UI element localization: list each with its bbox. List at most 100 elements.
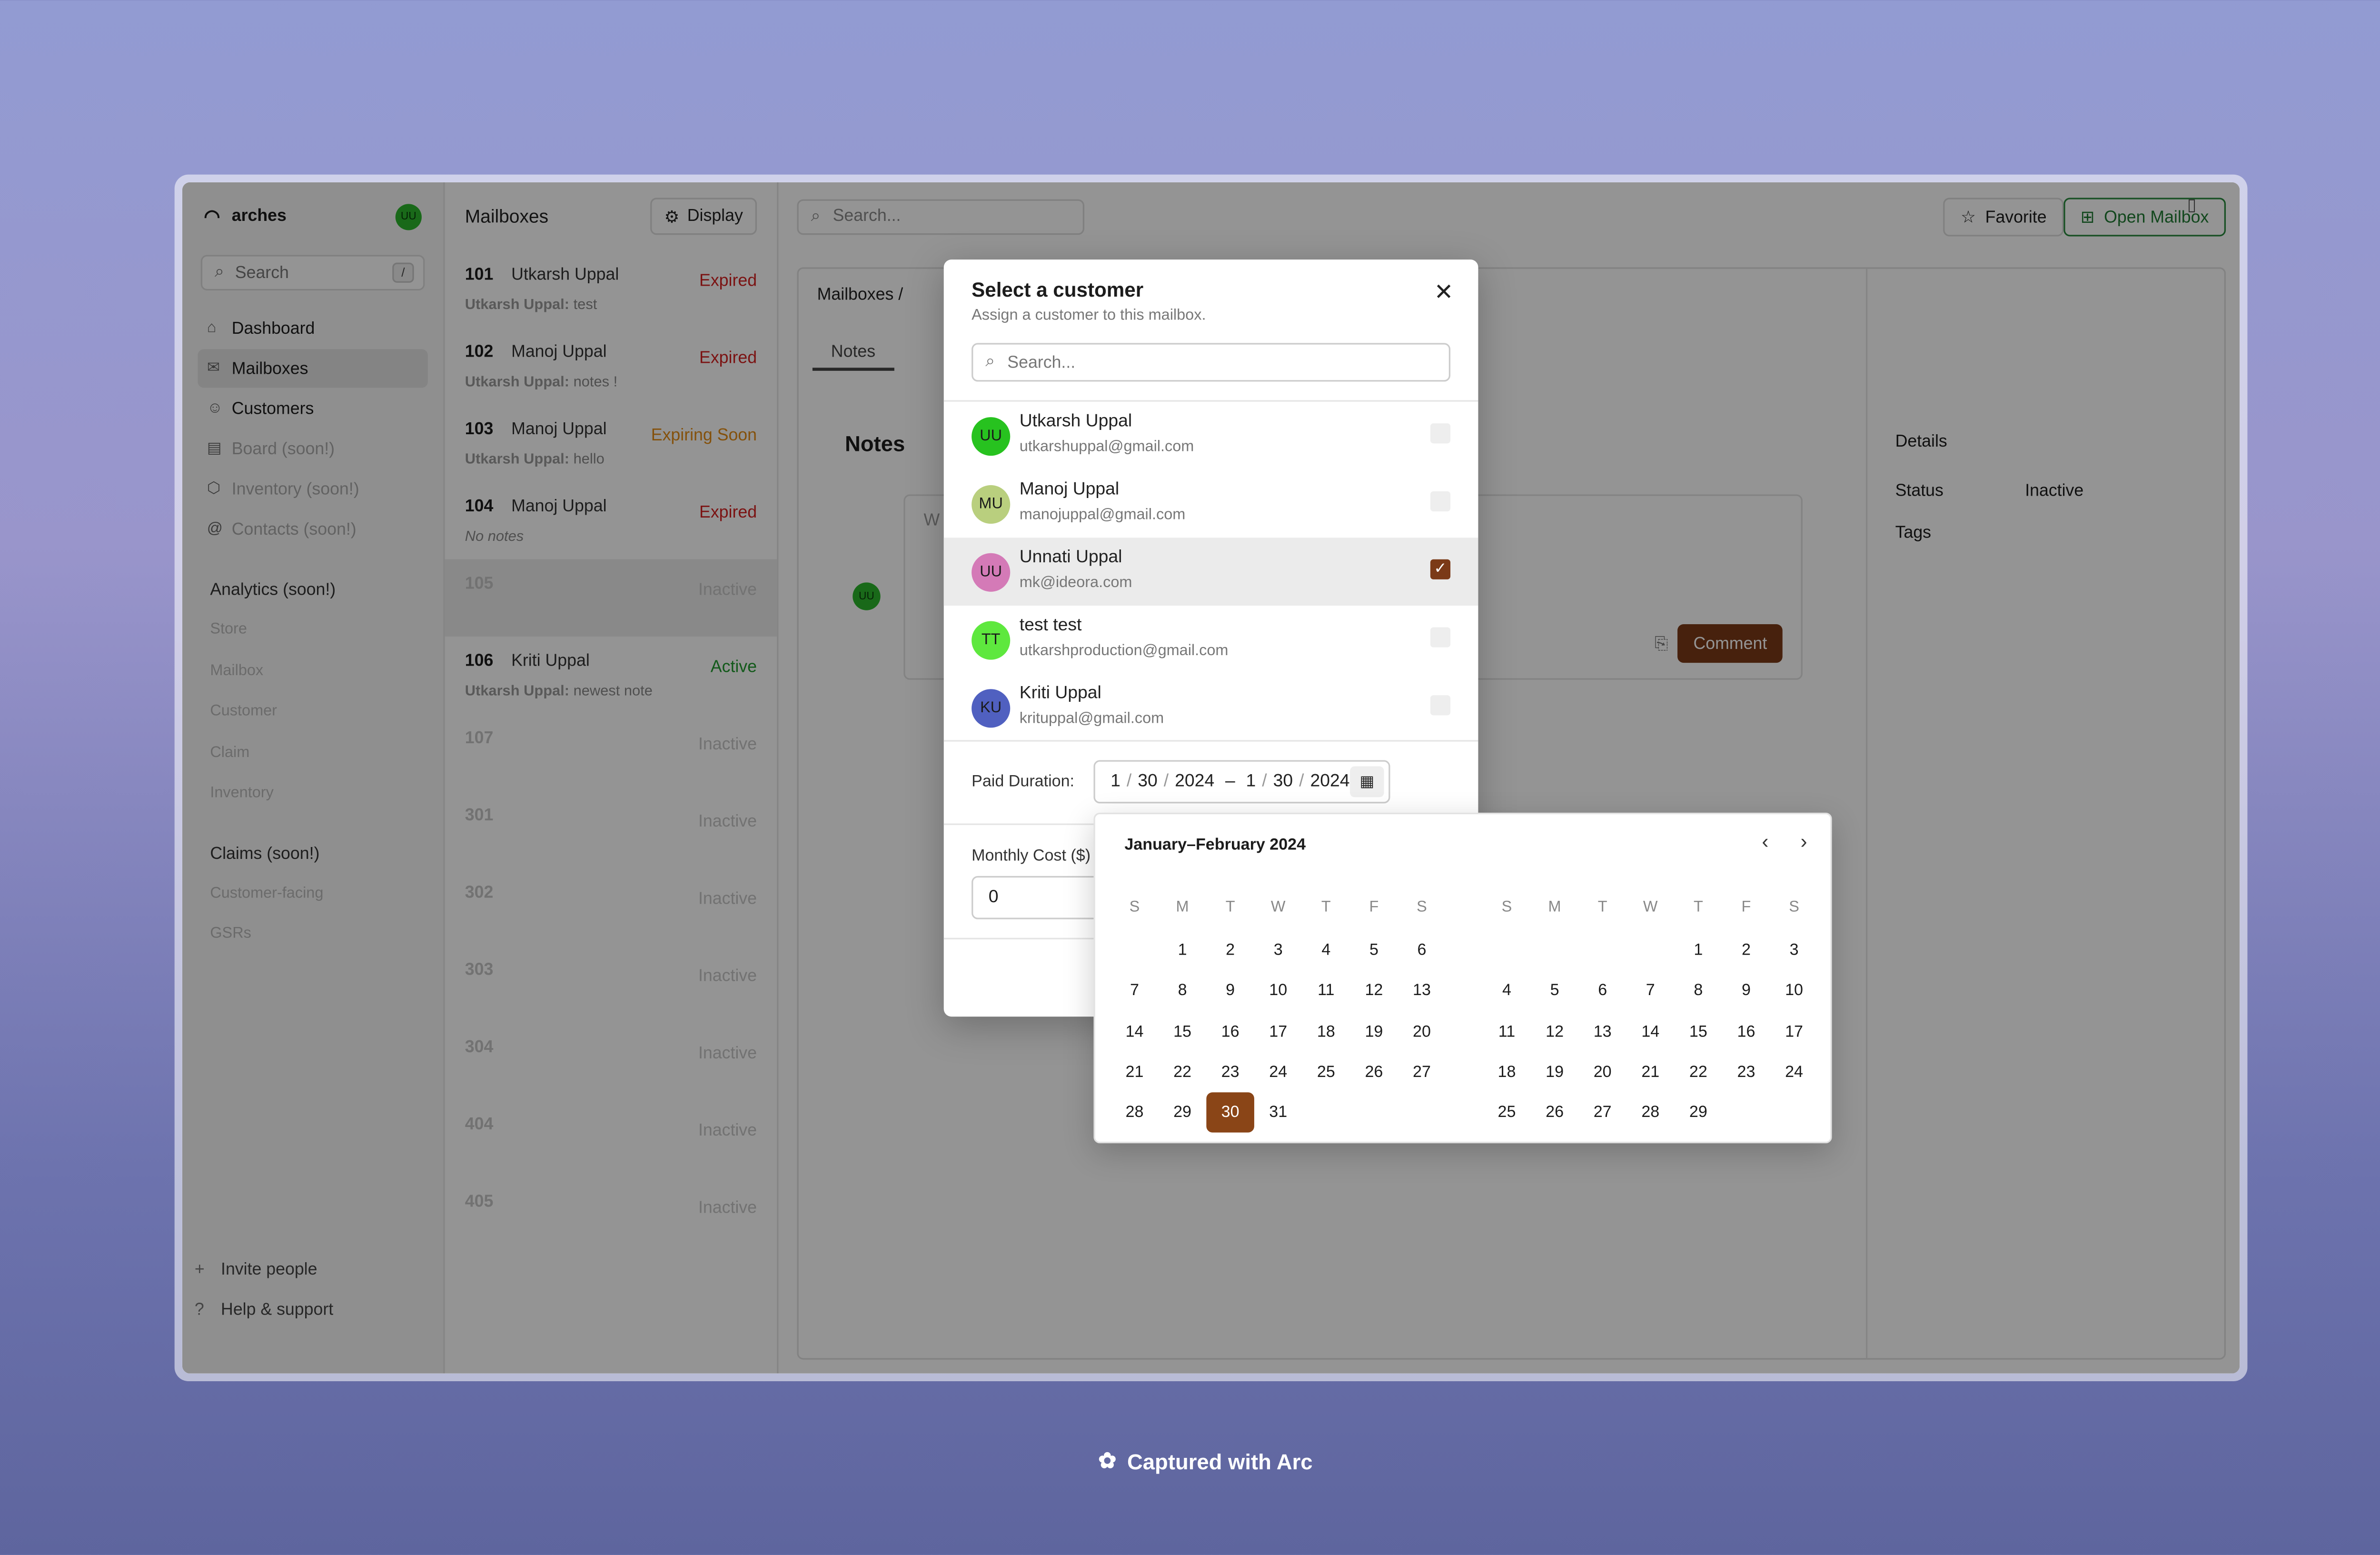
to-year[interactable]: 2024 — [1310, 773, 1349, 791]
to-day[interactable]: 30 — [1273, 773, 1293, 791]
feb-day[interactable]: 24 — [1770, 1052, 1818, 1092]
weekday-label: W — [1643, 899, 1658, 917]
calendar-month-january: S M T W T F S 1 2 3 4 5 6 7 8 9 10 11 12 13 14 15 16 17 18 19 20 21… — [1111, 893, 1446, 1134]
jan-day[interactable]: 26 — [1350, 1052, 1398, 1092]
feb-day[interactable]: 19 — [1531, 1052, 1579, 1092]
jan-day[interactable]: 22 — [1159, 1052, 1207, 1092]
weekday-label: F — [1369, 899, 1379, 917]
calendar-month-february: S M T W T F S 1 2 3 4 5 6 7 8 9 10 11 12 13 14 15 16 17 18 19 20 21… — [1483, 893, 1818, 1134]
feb-day[interactable]: 29 — [1675, 1093, 1723, 1133]
feb-day[interactable]: 18 — [1483, 1052, 1531, 1092]
from-year[interactable]: 2024 — [1175, 773, 1214, 791]
feb-day[interactable]: 13 — [1578, 1011, 1626, 1052]
customer-search-input[interactable]: ⌕ Search... — [972, 343, 1451, 382]
date-range-calendar: January–February 2024 ‹ › SMTWTFS1234567… — [1093, 812, 1832, 1144]
feb-day[interactable]: 2 — [1722, 930, 1770, 970]
jan-day[interactable]: 1 — [1159, 930, 1207, 970]
feb-day[interactable]: 17 — [1770, 1011, 1818, 1052]
jan-day[interactable]: 3 — [1254, 930, 1302, 970]
feb-day[interactable]: 11 — [1483, 1011, 1531, 1052]
weekday-label: T — [1321, 899, 1331, 917]
customer-option[interactable]: UU Unnati Uppal mk@ideora.com ✓ — [943, 538, 1478, 606]
feb-day[interactable]: 23 — [1722, 1052, 1770, 1092]
feb-day[interactable]: 9 — [1722, 971, 1770, 1011]
feb-day[interactable]: 25 — [1483, 1093, 1531, 1133]
weekday-label: S — [1129, 899, 1140, 917]
customer-checkbox[interactable]: ✓ — [1430, 559, 1451, 579]
jan-day[interactable]: 31 — [1254, 1093, 1302, 1133]
feb-day[interactable]: 12 — [1531, 1011, 1579, 1052]
feb-day[interactable]: 21 — [1626, 1052, 1675, 1092]
jan-day[interactable]: 25 — [1302, 1052, 1350, 1092]
jan-day[interactable]: 18 — [1302, 1011, 1350, 1052]
customer-checkbox[interactable] — [1430, 423, 1451, 444]
customer-option[interactable]: MU Manoj Uppal manojuppal@gmail.com — [944, 469, 1478, 538]
jan-day[interactable]: 4 — [1302, 930, 1350, 970]
customer-name: Manoj Uppal — [1019, 480, 1120, 499]
jan-day[interactable]: 29 — [1159, 1093, 1207, 1133]
feb-day[interactable]: 10 — [1770, 971, 1818, 1011]
calendar-icon[interactable]: ▦ — [1350, 766, 1384, 797]
jan-day[interactable]: 8 — [1159, 971, 1207, 1011]
feb-day[interactable]: 1 — [1675, 930, 1723, 970]
customer-option[interactable]: TT test test utkarshproduction@gmail.com — [944, 606, 1478, 674]
weekday-label: F — [1741, 899, 1751, 917]
customer-checkbox[interactable] — [1430, 627, 1451, 648]
jan-day[interactable]: 5 — [1350, 930, 1398, 970]
customer-checkbox[interactable] — [1430, 491, 1451, 512]
feb-day[interactable]: 14 — [1626, 1011, 1675, 1052]
jan-day[interactable]: 11 — [1302, 971, 1350, 1011]
jan-day[interactable]: 24 — [1254, 1052, 1302, 1092]
jan-day[interactable]: 20 — [1398, 1011, 1446, 1052]
feb-day[interactable]: 15 — [1675, 1011, 1723, 1052]
jan-day[interactable]: 27 — [1398, 1052, 1446, 1092]
date-range-picker[interactable]: 1/30/2024 – 1/30/2024 ▦ — [1093, 760, 1390, 804]
from-day[interactable]: 30 — [1138, 773, 1158, 791]
jan-day[interactable]: 30 — [1206, 1092, 1254, 1134]
feb-day[interactable]: 27 — [1578, 1093, 1626, 1133]
customer-option[interactable]: KU Kriti Uppal krituppal@gmail.com — [944, 674, 1478, 742]
jan-day[interactable]: 14 — [1111, 1011, 1159, 1052]
chevron-left-icon[interactable]: ‹ — [1762, 830, 1768, 853]
feb-day[interactable]: 6 — [1578, 971, 1626, 1011]
jan-day[interactable]: 15 — [1159, 1011, 1207, 1052]
feb-day[interactable]: 5 — [1531, 971, 1579, 1011]
feb-day[interactable]: 20 — [1578, 1052, 1626, 1092]
jan-day[interactable]: 12 — [1350, 971, 1398, 1011]
jan-day[interactable]: 17 — [1254, 1011, 1302, 1052]
feb-day[interactable]: 26 — [1531, 1093, 1579, 1133]
chevron-right-icon[interactable]: › — [1801, 830, 1807, 853]
jan-day[interactable]: 21 — [1111, 1052, 1159, 1092]
weekday-label: S — [1417, 899, 1427, 917]
jan-day[interactable]: 7 — [1111, 971, 1159, 1011]
close-icon[interactable]: ✕ — [1434, 278, 1454, 306]
weekday-label: M — [1548, 899, 1561, 917]
jan-day[interactable]: 23 — [1206, 1052, 1254, 1092]
feb-day[interactable]: 8 — [1675, 971, 1723, 1011]
avatar: UU — [972, 417, 1011, 456]
jan-day[interactable]: 2 — [1206, 930, 1254, 970]
to-month[interactable]: 1 — [1246, 773, 1256, 791]
jan-day[interactable]: 19 — [1350, 1011, 1398, 1052]
jan-day[interactable]: 28 — [1111, 1093, 1159, 1133]
jan-day[interactable]: 13 — [1398, 971, 1446, 1011]
calendar-title: January–February 2024 — [1124, 836, 1306, 855]
jan-day[interactable]: 10 — [1254, 971, 1302, 1011]
from-month[interactable]: 1 — [1111, 773, 1121, 791]
customer-option[interactable]: UU Utkarsh Uppal utkarshuppal@gmail.com — [944, 402, 1478, 470]
jan-day[interactable]: 6 — [1398, 930, 1446, 970]
feb-day[interactable]: 28 — [1626, 1093, 1675, 1133]
feb-day[interactable]: 7 — [1626, 971, 1675, 1011]
feb-day[interactable]: 3 — [1770, 930, 1818, 970]
weekday-label: S — [1501, 899, 1512, 917]
jan-day[interactable]: 16 — [1206, 1011, 1254, 1052]
jan-day[interactable]: 9 — [1206, 971, 1254, 1011]
customer-email: utkarshuppal@gmail.com — [1019, 439, 1194, 456]
feb-day[interactable]: 16 — [1722, 1011, 1770, 1052]
monthly-cost-label: Monthly Cost ($) — [972, 847, 1091, 866]
feb-day[interactable]: 4 — [1483, 971, 1531, 1011]
feb-day[interactable]: 22 — [1675, 1052, 1723, 1092]
customer-checkbox[interactable] — [1430, 695, 1451, 716]
dialog-subtitle: Assign a customer to this mailbox. — [972, 307, 1206, 325]
empty-day — [1626, 930, 1675, 970]
